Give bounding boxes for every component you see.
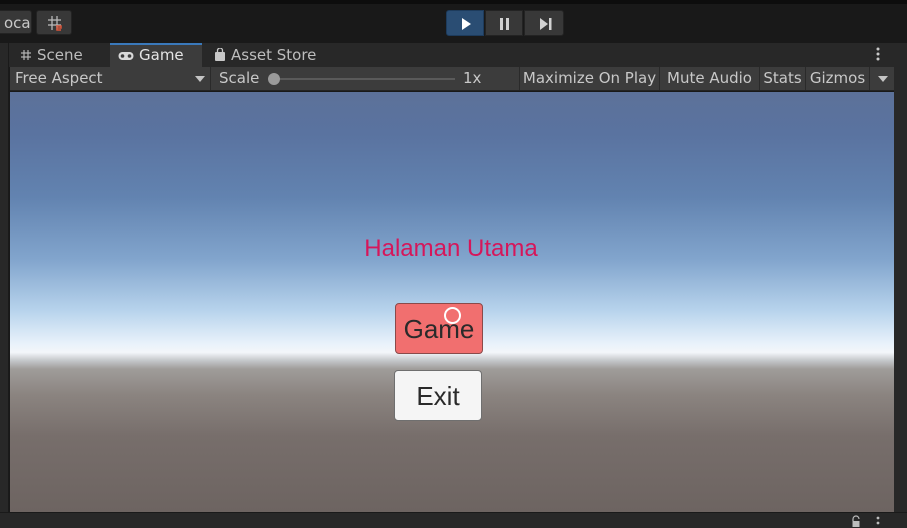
active-tab-indicator <box>110 43 202 45</box>
grid-snap-button[interactable] <box>36 10 72 35</box>
stats-toggle[interactable]: Stats <box>759 67 805 90</box>
aspect-dropdown[interactable]: Free Aspect <box>10 67 211 90</box>
chevron-down-icon <box>878 76 888 82</box>
scale-value: 1x <box>463 69 482 87</box>
tab-asset-store-label: Asset Store <box>231 46 317 64</box>
grid-snap-icon <box>48 16 62 31</box>
gizmos-dropdown[interactable] <box>869 67 894 90</box>
start-game-button[interactable]: Game <box>395 303 483 354</box>
scene-grid-icon <box>20 44 32 68</box>
local-label: ocal <box>4 14 32 32</box>
toolbar-top-border <box>0 0 907 4</box>
playmode-controls <box>446 10 564 36</box>
right-panel-edge <box>894 67 907 512</box>
lock-icon <box>852 515 860 527</box>
scale-slider-thumb[interactable] <box>268 73 280 85</box>
aspect-label: Free Aspect <box>15 69 103 87</box>
pause-button[interactable] <box>485 10 523 36</box>
bag-icon <box>214 44 226 68</box>
gamepad-icon <box>118 44 134 68</box>
left-panel-edge <box>0 43 9 512</box>
tab-scene[interactable]: Scene <box>12 43 109 67</box>
exit-button[interactable]: Exit <box>394 370 482 421</box>
more-options-icon[interactable] <box>873 43 883 67</box>
game-view-toolbar: Free Aspect Scale 1x Maximize On Play Mu… <box>10 67 894 91</box>
page-title: Halaman Utama <box>364 235 538 262</box>
dock-tab-bar: Scene Game Asset Store <box>0 43 907 67</box>
chevron-down-icon <box>195 76 205 82</box>
gizmos-toggle[interactable]: Gizmos <box>805 67 869 90</box>
pivot-local-button[interactable]: ocal <box>0 10 32 34</box>
play-button[interactable] <box>446 10 484 36</box>
scale-slider-track[interactable] <box>274 78 455 80</box>
cursor-circle-icon <box>444 307 461 324</box>
maximize-on-play-toggle[interactable]: Maximize On Play <box>519 67 659 90</box>
step-button[interactable] <box>524 10 564 36</box>
mute-audio-toggle[interactable]: Mute Audio <box>659 67 759 90</box>
scale-label: Scale <box>219 69 260 87</box>
tab-game[interactable]: Game <box>110 43 202 67</box>
more-options-icon[interactable] <box>874 515 882 527</box>
tab-scene-label: Scene <box>37 46 83 64</box>
tab-asset-store[interactable]: Asset Store <box>206 43 346 67</box>
pause-icon <box>500 18 509 30</box>
step-icon <box>540 18 552 30</box>
bottom-status-bar <box>0 512 907 528</box>
play-icon <box>462 18 471 30</box>
tab-game-label: Game <box>139 46 184 64</box>
game-viewport[interactable]: Halaman Utama Game Exit <box>10 92 894 512</box>
